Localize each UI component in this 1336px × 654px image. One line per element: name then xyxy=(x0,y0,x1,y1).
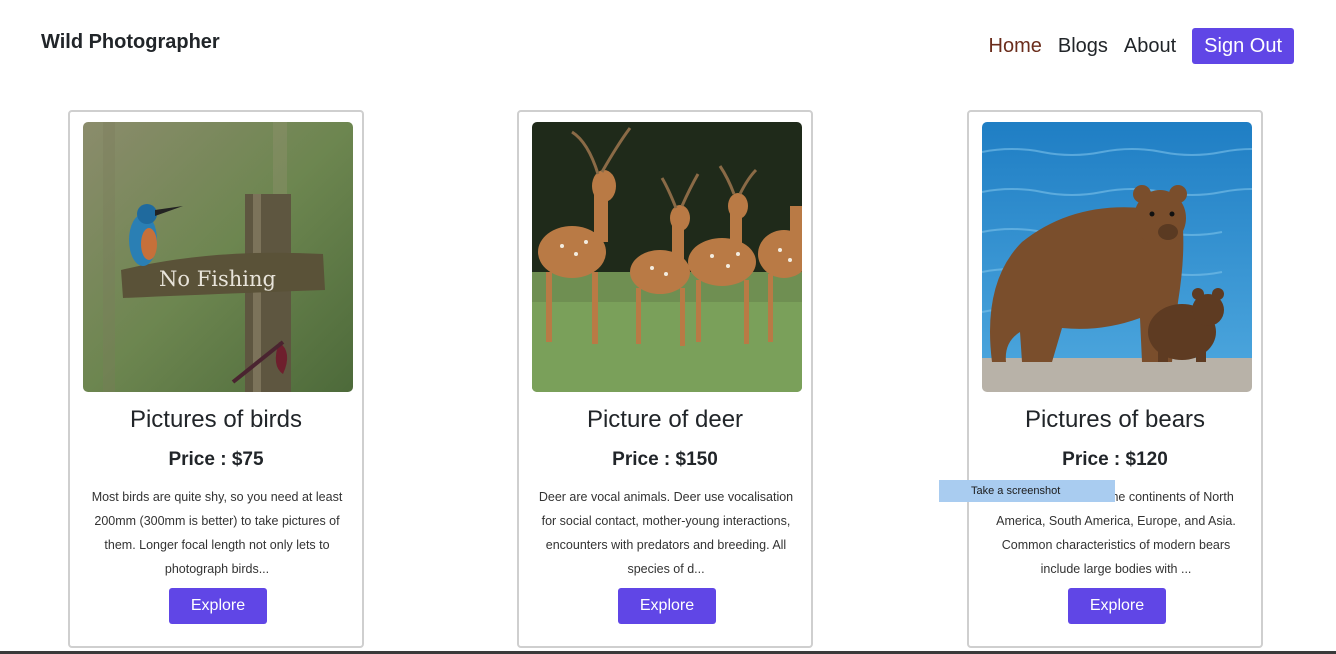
service-card-bears: Pictures of bears Price : $120 Bears are… xyxy=(967,110,1263,648)
card-price: Price : $75 xyxy=(168,449,264,470)
card-title: Picture of deer xyxy=(586,406,744,433)
explore-button[interactable]: Explore xyxy=(1068,588,1166,624)
card-title: Pictures of bears xyxy=(1024,406,1206,433)
nav-links: Home Blogs About Sign Out xyxy=(989,28,1294,64)
card-price: Price : $150 xyxy=(612,449,718,470)
bear-photo xyxy=(982,122,1252,392)
navbar: Wild Photographer Home Blogs About Sign … xyxy=(0,0,1336,90)
brand-logo-text[interactable]: Wild Photographer xyxy=(41,31,220,54)
explore-button[interactable]: Explore xyxy=(618,588,716,624)
card-description: Deer are vocal animals. Deer use vocalis… xyxy=(538,490,794,576)
sign-text: No Fishing xyxy=(159,267,276,291)
screenshot-tooltip: Take a screenshot xyxy=(939,480,1115,502)
card-price: Price : $120 xyxy=(1062,449,1168,470)
nav-blogs-link[interactable]: Blogs xyxy=(1058,35,1108,58)
explore-button[interactable]: Explore xyxy=(169,588,267,624)
nav-about-link[interactable]: About xyxy=(1124,35,1176,58)
sign-out-button[interactable]: Sign Out xyxy=(1192,28,1294,64)
service-card-birds: No Fishing Pictures of birds Price : $75… xyxy=(68,110,364,648)
card-title: Pictures of birds xyxy=(129,406,303,433)
card-description: Most birds are quite shy, so you need at… xyxy=(91,490,343,576)
nav-home-link[interactable]: Home xyxy=(989,35,1042,58)
service-card-deer: Picture of deer Price : $150 Deer are vo… xyxy=(517,110,813,648)
bird-photo: No Fishing xyxy=(83,122,353,392)
deer-photo xyxy=(532,122,802,392)
